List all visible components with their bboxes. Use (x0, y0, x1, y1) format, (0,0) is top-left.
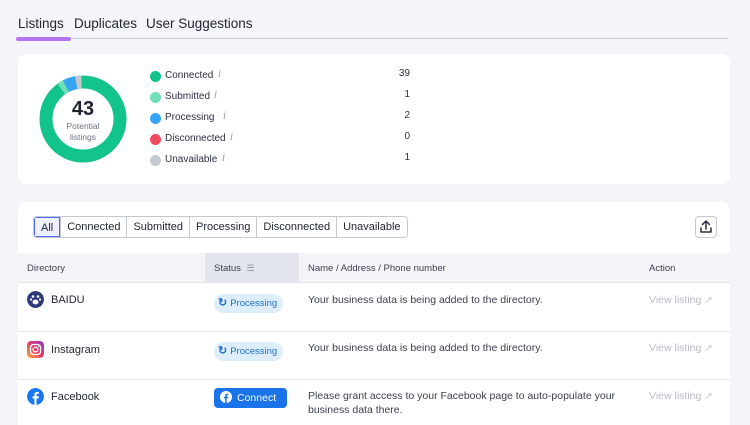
export-button[interactable] (695, 216, 717, 238)
processing-count: 2 (404, 110, 410, 121)
legend-unavailable: Unavailable i 1 (150, 152, 410, 168)
header-action: Action (649, 263, 676, 274)
facebook-icon (220, 391, 232, 403)
baidu-icon (27, 291, 44, 308)
tab-bar: Listings Duplicates User Suggestions (0, 0, 730, 41)
info-icon[interactable]: i (218, 69, 221, 80)
unavailable-dot (150, 155, 161, 166)
disconnected-count: 0 (404, 131, 410, 142)
refresh-icon: ↻ (218, 345, 228, 357)
external-link-icon: ↗ (704, 391, 713, 402)
legend-connected: Connected i 39 (150, 68, 410, 84)
status-badge: ↻ Processing (214, 294, 284, 313)
processing-dot (150, 113, 161, 124)
table-row: Instagram ↻ Processing Your business data… (18, 332, 730, 380)
view-listing-link[interactable]: View listing ↗ (649, 294, 713, 306)
connected-count: 39 (398, 68, 410, 79)
refresh-icon: ↻ (218, 297, 228, 309)
total-listings-count: 43 (71, 98, 95, 120)
directory-name: Instagram (51, 344, 100, 356)
view-listing-link[interactable]: View listing ↗ (649, 342, 713, 354)
sort-icon[interactable]: ☰ (247, 263, 255, 273)
submitted-dot (150, 92, 161, 103)
legend-processing: Processing i 2 (150, 110, 410, 126)
legend-submitted: Submitted i 1 (150, 89, 410, 105)
listing-description: Your business data is being added to the… (308, 294, 543, 306)
table-header: Directory Status ☰ Name / Address / Phon… (18, 253, 730, 283)
total-listings-caption: Potential listings (66, 121, 100, 142)
unavailable-count: 1 (404, 152, 410, 163)
facebook-icon (27, 388, 44, 405)
table-row: BAIDU ↻ Processing Your business data is … (18, 284, 730, 332)
filter-disconnected[interactable]: Disconnected (256, 217, 337, 237)
export-icon (700, 220, 712, 233)
filter-connected[interactable]: Connected (60, 217, 127, 237)
info-icon[interactable]: i (223, 111, 226, 122)
status-filter-group: All Connected Submitted Processing Disco… (33, 216, 408, 238)
legend-disconnected: Disconnected i 0 (150, 131, 410, 147)
tab-divider (16, 38, 728, 39)
header-directory: Directory (27, 263, 66, 274)
header-status[interactable]: Status ☰ (214, 263, 255, 274)
info-icon[interactable]: i (214, 90, 217, 101)
summary-card: 43 Potential listings Connected i 39 Sub… (18, 54, 730, 184)
external-link-icon: ↗ (704, 295, 713, 306)
filter-processing[interactable]: Processing (188, 217, 257, 237)
connect-button[interactable]: Connect (214, 388, 287, 408)
view-listing-link[interactable]: View listing ↗ (649, 390, 713, 402)
submitted-count: 1 (404, 89, 410, 100)
filter-unavailable[interactable]: Unavailable (336, 217, 407, 237)
disconnected-dot (150, 134, 161, 145)
filter-all[interactable]: All (34, 217, 61, 237)
directory-name: Facebook (51, 391, 100, 403)
connected-dot (150, 71, 161, 82)
instagram-icon (27, 341, 44, 358)
tab-user-suggestions[interactable]: User Suggestions (146, 16, 253, 31)
info-icon[interactable]: i (230, 132, 233, 143)
external-link-icon: ↗ (704, 343, 713, 354)
header-name-address-phone: Name / Address / Phone number (308, 263, 446, 274)
info-icon[interactable]: i (222, 153, 225, 164)
table-row: Facebook Connect Please grant access to … (18, 380, 730, 425)
listing-description: Your business data is being added to the… (308, 342, 543, 354)
donut-center: 43 Potential listings (38, 74, 128, 164)
listing-description: Please grant access to your Facebook pag… (308, 390, 616, 416)
directory-name: BAIDU (51, 294, 85, 306)
tab-duplicates[interactable]: Duplicates (74, 16, 137, 31)
status-badge: ↻ Processing (214, 342, 284, 361)
active-tab-indicator (16, 37, 71, 41)
tab-listings[interactable]: Listings (18, 16, 64, 31)
listings-table-card: All Connected Submitted Processing Disco… (18, 202, 730, 425)
filter-submitted[interactable]: Submitted (126, 217, 189, 237)
